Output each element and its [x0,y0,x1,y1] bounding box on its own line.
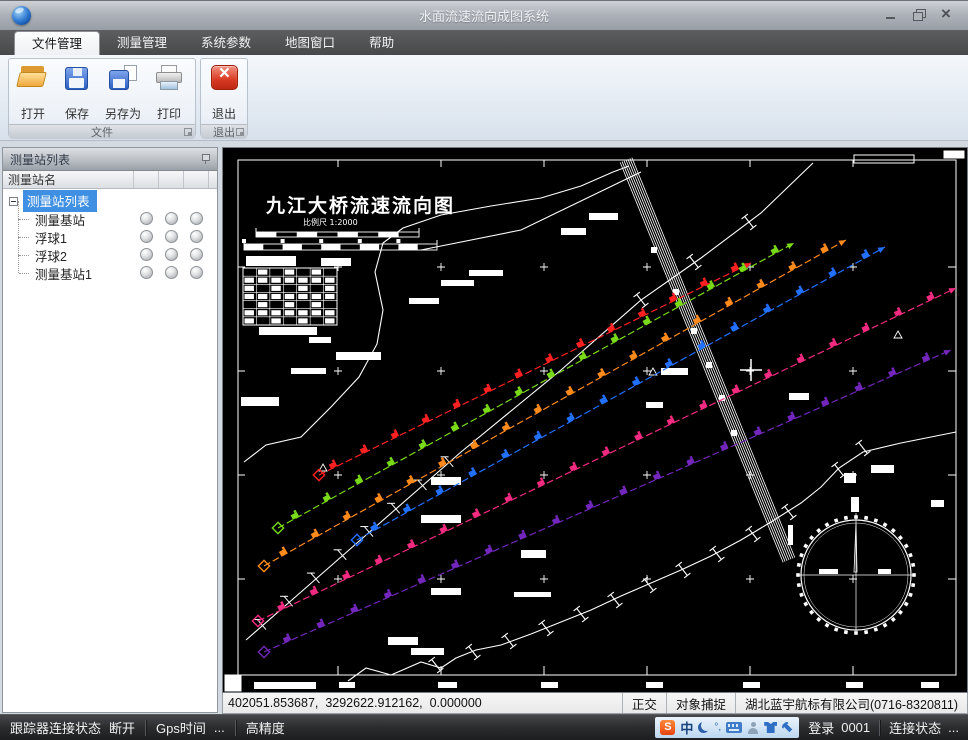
save-button[interactable]: 保存 [55,62,99,124]
precision-status: 高精度 [236,718,295,737]
tree-item-base-station-1[interactable]: 测量基站1 [3,264,217,282]
skin-icon[interactable] [764,722,777,733]
scale-bar [242,228,437,250]
dialog-launcher-icon[interactable] [236,128,244,136]
minimize-button[interactable] [884,8,898,22]
tree-root-row[interactable]: 测量站列表 [3,192,217,210]
open-button[interactable]: 打开 [11,62,55,124]
ribbon-group-file-label: 文件 [9,124,195,139]
shoreline [244,163,956,681]
ribbon: 打开 保存 另存为 打印 文件 [0,55,968,141]
ime-language-toggle[interactable]: 中 [680,718,693,737]
tree-column-header: 测量站名 [3,171,217,189]
svg-text:九江大桥流速流向图: 九江大桥流速流向图 [265,194,455,217]
column-station-name: 测量站名 [3,171,134,188]
station-status-led [165,212,178,225]
connection-status: 连接状态 ... [880,718,968,737]
save-as-icon [107,65,139,92]
print-button[interactable]: 打印 [147,62,191,124]
open-folder-icon [17,65,49,92]
cad-status-bar: 402051.853687, 3292622.912162, 0.000000 … [222,693,968,714]
window-title: 水面流速流向成图系统 [0,6,968,25]
station-status-led [140,212,153,225]
save-as-button[interactable]: 另存为 [99,62,147,124]
restore-button[interactable] [912,8,926,22]
login-status: 登录 0001 [799,718,879,737]
status-bar: 跟踪器连接状态 断开 Gps时间 ... 高精度 S 中 °, 登录 0001 [0,714,968,740]
gps-time-status: Gps时间 ... [146,718,235,737]
exit-icon [208,65,240,92]
ribbon-group-exit: 退出 退出 [200,58,248,137]
ime-language-bar: S 中 °, [655,717,799,738]
station-status-led [190,230,203,243]
soft-keyboard-icon[interactable] [726,722,742,733]
ortho-toggle[interactable]: 正交 [622,693,666,713]
tab-map-window[interactable]: 地图窗口 [268,31,352,55]
station-status-led [190,266,203,279]
ribbon-group-file: 打开 保存 另存为 打印 文件 [8,58,196,137]
account-icon[interactable] [747,722,759,734]
print-icon [153,65,185,92]
tab-measure-management[interactable]: 测量管理 [100,31,184,55]
login-id: 0001 [841,720,870,735]
tree-item-float-1[interactable]: 浮球1 [3,228,217,246]
ribbon-group-exit-label: 退出 [201,124,247,139]
station-status-led [165,248,178,261]
moon-mode-icon[interactable] [698,722,709,733]
window-controls [884,8,954,22]
station-status-led [190,212,203,225]
station-status-led [165,230,178,243]
dialog-launcher-icon[interactable] [184,128,192,136]
bridge [620,158,795,563]
station-list-panel: 测量站列表 测量站名 测量站列表 测量基站 浮球1 [2,147,218,713]
settings-wrench-icon[interactable] [780,719,797,736]
svg-text:比例尺 1:2000: 比例尺 1:2000 [303,217,358,227]
close-button[interactable] [940,8,954,22]
panel-header: 测量站列表 [3,148,217,171]
column-1 [134,171,159,188]
tab-system-parameters[interactable]: 系统参数 [184,31,268,55]
app-logo-globe-icon [12,6,31,25]
station-status-led [140,230,153,243]
titlebar: 水面流速流向成图系统 [0,0,968,30]
cad-area: 九江大桥流速流向图比例尺 1:2000 402051.853687, 32926… [222,147,968,714]
compass-rose [796,513,916,635]
column-2 [159,171,184,188]
osnap-toggle[interactable]: 对象捕捉 [666,693,735,713]
column-3 [184,171,209,188]
save-icon [61,65,93,92]
tracker-status: 跟踪器连接状态 断开 [0,718,145,737]
drawing-title: 九江大桥流速流向图比例尺 1:2000 [265,194,455,227]
collapse-icon[interactable] [9,197,18,206]
tree-item-base-station[interactable]: 测量基站 [3,210,217,228]
panel-title: 测量站列表 [10,151,200,168]
punctuation-icon[interactable]: °, [714,722,721,733]
flow-track-purple [258,347,952,657]
data-table [243,256,351,343]
tree-item-float-2[interactable]: 浮球2 [3,246,217,264]
cad-canvas[interactable]: 九江大桥流速流向图比例尺 1:2000 [222,147,968,693]
tab-file-management[interactable]: 文件管理 [14,31,100,55]
station-tree: 测量站列表 测量基站 浮球1 浮球2 测量基站1 [3,189,217,282]
tracker-status-value: 断开 [109,718,135,737]
tab-help[interactable]: 帮助 [352,31,411,55]
station-status-led [140,266,153,279]
station-status-led [165,266,178,279]
crosshair-cursor [740,359,762,381]
station-status-led [140,248,153,261]
cursor-coordinates: 402051.853687, 3292622.912162, 0.000000 [223,696,622,710]
pin-icon[interactable] [200,153,210,165]
station-status-led [190,248,203,261]
company-info: 湖北蓝宇航标有限公司(0716-8320811) [735,693,967,713]
app-window: 水面流速流向成图系统 文件管理 测量管理 系统参数 地图窗口 帮助 打开 保存 [0,0,968,740]
exit-button[interactable]: 退出 [203,62,245,124]
ribbon-tab-bar: 文件管理 测量管理 系统参数 地图窗口 帮助 [0,30,968,55]
sogou-ime-icon[interactable]: S [660,720,675,735]
